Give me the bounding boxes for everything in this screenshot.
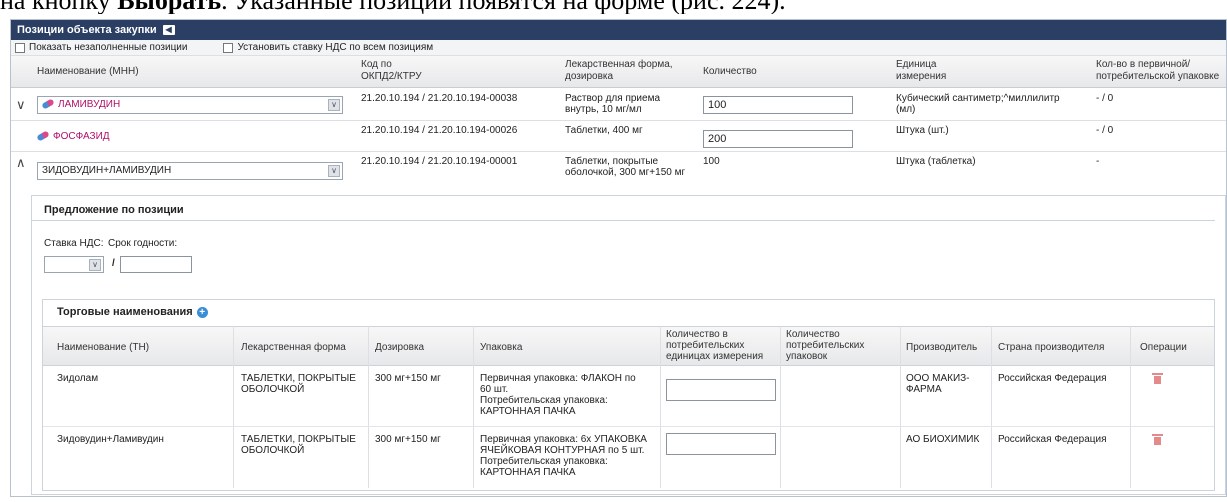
- vat-select[interactable]: ∨: [44, 256, 104, 273]
- col-qty-packs: Количество потребительских упаковок: [786, 329, 865, 362]
- row-pack: - / 0: [1096, 125, 1114, 136]
- show-empty-checkbox[interactable]: [15, 42, 25, 53]
- caption-prefix: на кнопку: [0, 0, 117, 14]
- tn-country: Российская Федерация: [998, 373, 1107, 384]
- col-qty-units: Количество в потребительских единицах изме…: [666, 329, 764, 362]
- row-unit: Штука (таблетка): [896, 156, 976, 167]
- col-maker: Производитель: [906, 342, 978, 353]
- delete-icon[interactable]: [1152, 434, 1163, 445]
- purchase-positions-panel: Позиции объекта закупки ◀ Показать незап…: [10, 19, 1227, 497]
- options-row: Показать незаполненные позиции Установит…: [11, 40, 1226, 56]
- tn-name: Зидолам: [57, 373, 99, 384]
- position-offer-section: Предложение по позиции Ставка НДС: Срок …: [31, 195, 1226, 495]
- qty-units-input[interactable]: [666, 379, 776, 401]
- quantity-input[interactable]: 200: [703, 130, 853, 148]
- show-empty-label: Показать незаполненные позиции: [29, 42, 188, 53]
- position-row-expanded: ∧ ЗИДОВУДИН+ЛАМИВУДИН ∨ 21.20.10.194 / 2…: [11, 152, 1226, 192]
- separator: /: [112, 258, 115, 269]
- tn-pack: Первичная упаковка: ФЛАКОН по 60 шт. Потре…: [480, 373, 636, 417]
- col-form: Лекарственная форма: [241, 342, 346, 353]
- col-form: Лекарственная форма, дозировка: [565, 59, 673, 82]
- col-qty: Количество: [703, 66, 757, 77]
- set-vat-option[interactable]: Установить ставку НДС по всем позициям: [223, 42, 433, 53]
- mnn-value: ЗИДОВУДИН+ЛАМИВУДИН: [42, 165, 172, 176]
- col-country: Страна производителя: [998, 342, 1105, 353]
- row-pack: - / 0: [1096, 93, 1114, 104]
- caption-bold: Выбрать: [117, 0, 221, 14]
- row-unit: Штука (шт.): [896, 125, 949, 136]
- col-tn: Наименование (ТН): [57, 342, 150, 353]
- row-form: Раствор для приема внутрь, 10 мг/мл: [565, 93, 661, 115]
- expiry-label: Срок годности:: [108, 238, 178, 249]
- row-form: Таблетки, покрытые оболочкой, 300 мг+150 …: [565, 156, 686, 178]
- tn-maker: ООО МАКИЗ- ФАРМА: [906, 373, 970, 395]
- divider: [32, 220, 1215, 221]
- row-code: 21.20.10.194 / 21.20.10.194-00026: [361, 125, 518, 136]
- mnn-select[interactable]: ЗИДОВУДИН+ЛАМИВУДИН ∨: [37, 162, 343, 180]
- collapse-panel-icon[interactable]: ◀: [162, 25, 175, 35]
- vat-label: Ставка НДС:: [44, 238, 104, 249]
- tn-name: Зидовудин+Ламивудин: [57, 434, 164, 445]
- dropdown-arrow-icon[interactable]: ∨: [328, 99, 340, 111]
- mnn-select[interactable]: ЛАМИВУДИН ∨: [37, 96, 343, 114]
- dropdown-arrow-icon[interactable]: ∨: [89, 259, 101, 271]
- col-dose: Дозировка: [375, 342, 425, 353]
- row-code: 21.20.10.194 / 21.20.10.194-00038: [361, 93, 518, 104]
- expiry-input[interactable]: [120, 256, 192, 273]
- col-unit: Единица измерения: [896, 59, 947, 82]
- positions-grid-header: Наименование (МНН) Код по ОКПД2/КТРУ Лека…: [11, 56, 1226, 88]
- show-empty-option[interactable]: Показать незаполненные позиции: [15, 42, 187, 53]
- col-ops: Операции: [1140, 342, 1187, 353]
- document-caption: на кнопку Выбрать. Указанные позиции поя…: [0, 0, 1227, 14]
- tn-dose: 300 мг+150 мг: [375, 434, 441, 445]
- trade-names-section: Торговые наименования + Наименование (ТН)…: [42, 299, 1215, 491]
- set-vat-label: Установить ставку НДС по всем позициям: [237, 42, 434, 53]
- mnn-value: ЛАМИВУДИН: [58, 99, 121, 110]
- col-pack: Кол-во в первичной/потребительской упако…: [1096, 59, 1220, 82]
- trade-names-title: Торговые наименования +: [57, 306, 208, 318]
- delete-icon[interactable]: [1152, 373, 1163, 384]
- caption-suffix: . Указанные позиции появятся на форме (р…: [221, 0, 786, 14]
- dropdown-arrow-icon[interactable]: ∨: [328, 165, 340, 177]
- offer-title: Предложение по позиции: [44, 204, 184, 216]
- set-vat-checkbox[interactable]: [223, 42, 234, 53]
- trade-name-row: Зидолам ТАБЛЕТКИ, ПОКРЫТЫЕ ОБОЛОЧКОЙ 300 …: [43, 367, 1214, 427]
- add-trade-name-icon[interactable]: +: [196, 306, 208, 318]
- drug-pill-icon: [36, 130, 50, 142]
- col-pack: Упаковка: [480, 342, 523, 353]
- quantity-input[interactable]: 100: [703, 96, 853, 114]
- row-form: Таблетки, 400 мг: [565, 125, 643, 136]
- tn-form: ТАБЛЕТКИ, ПОКРЫТЫЕ ОБОЛОЧКОЙ: [241, 373, 356, 395]
- row-pack: -: [1096, 156, 1100, 167]
- col-code: Код по ОКПД2/КТРУ: [361, 59, 422, 82]
- qty-units-input[interactable]: [666, 433, 776, 455]
- mnn-link[interactable]: ФОСФАЗИД: [36, 130, 110, 142]
- panel-header: Позиции объекта закупки ◀: [11, 20, 1226, 40]
- row-code: 21.20.10.194 / 21.20.10.194-00001: [361, 156, 518, 167]
- tn-pack: Первичная упаковка: 6х УПАКОВКА ЯЧЕЙКОВАЯ…: [480, 434, 647, 478]
- col-name: Наименование (МНН): [37, 66, 139, 77]
- row-qty: 100: [703, 156, 720, 167]
- tn-form: ТАБЛЕТКИ, ПОКРЫТЫЕ ОБОЛОЧКОЙ: [241, 434, 356, 456]
- panel-title: Позиции объекта закупки: [17, 24, 157, 36]
- row-unit: Кубический сантиметр;^миллилитр (мл): [896, 93, 1060, 115]
- position-row: ∨ ЛАМИВУДИН ∨ 21.20.10.194 / 21.20.10.19…: [11, 89, 1226, 121]
- collapse-row-icon[interactable]: ∧: [16, 155, 26, 171]
- drug-pill-icon: [41, 98, 55, 110]
- tn-country: Российская Федерация: [998, 434, 1107, 445]
- tn-maker: АО БИОХИМИК: [906, 434, 980, 445]
- expand-row-icon[interactable]: ∨: [16, 97, 26, 113]
- trade-name-row: Зидовудин+Ламивудин ТАБЛЕТКИ, ПОКРЫТЫЕ ОБ…: [43, 428, 1214, 488]
- tn-dose: 300 мг+150 мг: [375, 373, 441, 384]
- trade-names-header: Наименование (ТН) Лекарственная форма До…: [43, 326, 1214, 366]
- position-row: ФОСФАЗИД 21.20.10.194 / 21.20.10.194-000…: [11, 121, 1226, 152]
